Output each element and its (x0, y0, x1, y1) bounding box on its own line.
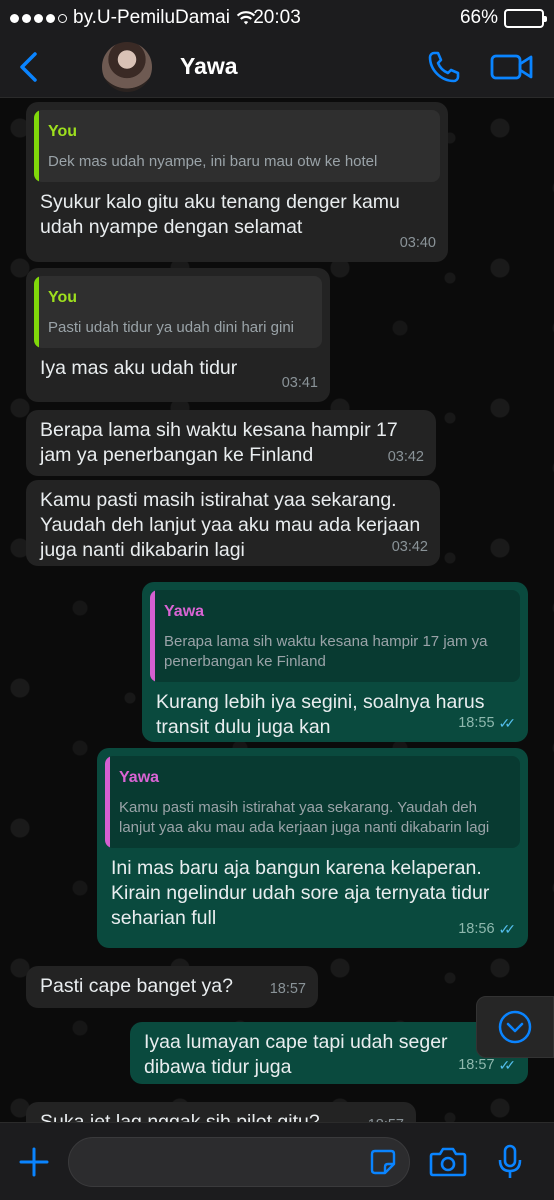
quote-author: Yawa (119, 769, 160, 786)
message-time-text: 18:55 (458, 715, 495, 731)
quoted-message[interactable]: You Pasti udah tidur ya udah dini hari g… (34, 276, 322, 348)
voice-call-button[interactable] (418, 41, 470, 93)
message-time-text: 03:42 (391, 539, 428, 555)
quote-text: Dek mas udah nyampe, ini baru mau otw ke… (48, 153, 378, 170)
camera-button[interactable] (420, 1134, 476, 1190)
quoted-message[interactable]: You Dek mas udah nyampe, ini baru mau ot… (34, 110, 440, 182)
quote-author: You (48, 289, 78, 306)
chat-area[interactable]: You Dek mas udah nyampe, ini baru mau ot… (0, 98, 554, 1122)
message-time: 03:40 (400, 231, 436, 256)
message-time: 03:42 (388, 445, 424, 470)
message-text: Pasti cape banget ya? (40, 975, 233, 997)
message-bubble[interactable]: Berapa lama sih waktu kesana hampir 17 j… (26, 410, 436, 476)
quoted-message[interactable]: Yawa Kamu pasti masih istirahat yaa seka… (105, 756, 520, 848)
attach-button[interactable] (10, 1138, 58, 1186)
back-chevron-icon (20, 51, 37, 82)
microphone-icon (498, 1144, 522, 1178)
quote-text: Kamu pasti masih istirahat yaa sekarang.… (119, 799, 490, 836)
quote-author: Yawa (164, 603, 205, 620)
carrier-name: by.U-PemiluDamai (73, 7, 230, 28)
read-ticks-icon: ✓✓ (498, 921, 517, 937)
signal-strength-icon (10, 13, 67, 23)
phone-icon (428, 51, 460, 82)
chevron-down-circle-icon (498, 1010, 532, 1044)
message-field[interactable] (68, 1136, 410, 1187)
video-call-icon (490, 54, 533, 79)
message-text: Iya mas aku udah tidur (40, 357, 238, 379)
message-bubble[interactable]: Yawa Berapa lama sih waktu kesana hampir… (142, 582, 528, 742)
message-time: 18:56 ✓✓ (458, 917, 516, 942)
battery-percent: 66% (459, 7, 498, 28)
status-bar: by.U-PemiluDamai 20:03 66% (0, 0, 554, 36)
message-bubble[interactable]: Yawa Kamu pasti masih istirahat yaa seka… (97, 748, 528, 948)
battery-icon (504, 8, 547, 28)
wifi-icon (236, 11, 256, 25)
quoted-message[interactable]: Yawa Berapa lama sih waktu kesana hampir… (150, 590, 520, 682)
message-time-text: 03:42 (387, 449, 424, 465)
message-bubble[interactable]: Pasti cape banget ya? 18:57 (26, 966, 318, 1008)
message-input[interactable] (69, 1137, 349, 1186)
message-bubble[interactable]: Kamu pasti masih istirahat yaa sekarang.… (26, 480, 440, 566)
contact-name[interactable]: Yawa (180, 53, 418, 80)
message-time-text: 03:40 (399, 235, 436, 251)
video-call-button[interactable] (486, 41, 538, 93)
voice-message-button[interactable] (482, 1134, 538, 1190)
message-time-text: 18:56 (458, 921, 495, 937)
message-text: Kamu pasti masih istirahat yaa sekarang.… (40, 489, 421, 561)
input-bar (0, 1122, 554, 1200)
quote-text: Pasti udah tidur ya udah dini hari gini (48, 319, 294, 336)
message-time-text: 18:57 (269, 981, 306, 997)
message-bubble[interactable]: You Pasti udah tidur ya udah dini hari g… (26, 268, 330, 402)
message-bubble[interactable]: Iyaa lumayan cape tapi udah seger dibawa… (130, 1022, 528, 1084)
scroll-to-bottom-button[interactable] (476, 996, 554, 1058)
message-text: Suka jet lag nggak sih pilot gitu? (40, 1111, 320, 1122)
quote-author: You (48, 123, 78, 140)
message-time: 18:55 ✓✓ (458, 711, 516, 736)
sticker-icon (370, 1149, 396, 1174)
message-text: Syukur kalo gitu aku tenang denger kamu … (40, 191, 400, 238)
message-text: Berapa lama sih waktu kesana hampir 17 j… (40, 419, 398, 466)
message-time: 18:57 (368, 1113, 404, 1122)
plus-icon (19, 1147, 49, 1176)
contact-avatar[interactable] (102, 41, 152, 92)
sticker-button[interactable] (369, 1148, 397, 1181)
camera-icon (429, 1147, 467, 1176)
message-time: 03:41 (282, 371, 318, 396)
quote-text: Berapa lama sih waktu kesana hampir 17 j… (164, 633, 488, 670)
message-bubble[interactable]: Suka jet lag nggak sih pilot gitu? 18:57 (26, 1102, 416, 1122)
status-right: 66% (459, 7, 547, 29)
message-time-text: 03:41 (281, 375, 318, 391)
message-time: 03:42 (392, 535, 428, 560)
message-time: 18:57 (270, 977, 306, 1002)
status-left: by.U-PemiluDamai (10, 7, 460, 29)
back-button[interactable] (0, 36, 56, 98)
message-bubble[interactable]: You Dek mas udah nyampe, ini baru mau ot… (26, 102, 448, 262)
message-time-text: 18:57 (368, 1113, 404, 1122)
read-ticks-icon: ✓✓ (498, 715, 517, 731)
chat-header: Yawa (0, 36, 554, 98)
